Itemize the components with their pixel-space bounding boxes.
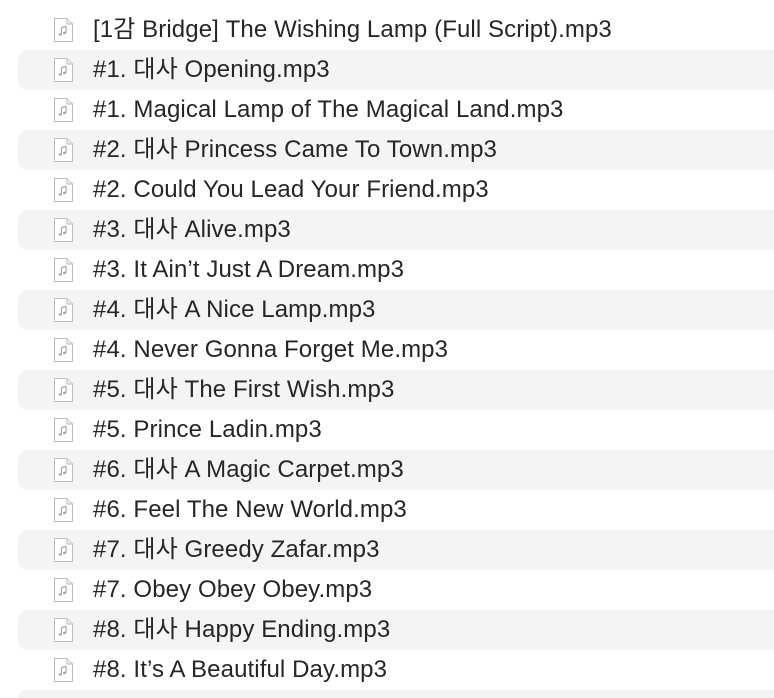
- file-name: [1감 Bridge] The Wishing Lamp (Full Scrip…: [93, 16, 612, 43]
- audio-file-icon: [50, 257, 76, 283]
- file-name: #2. 대사 Princess Came To Town.mp3: [93, 136, 497, 163]
- list-item[interactable]: #2. Could You Lead Your Friend.mp3: [18, 170, 774, 210]
- list-item[interactable]: #5. Prince Ladin.mp3: [18, 410, 774, 450]
- file-name: #6. 대사 A Magic Carpet.mp3: [93, 456, 404, 483]
- file-name: #4. 대사 A Nice Lamp.mp3: [93, 296, 376, 323]
- list-item[interactable]: #2. 대사 Princess Came To Town.mp3: [18, 130, 774, 170]
- list-item[interactable]: [1감 Bridge] The Wishing Lamp (Full Scrip…: [18, 10, 774, 50]
- file-name: #1. 대사 Opening.mp3: [93, 56, 330, 83]
- file-name: #7. 대사 Greedy Zafar.mp3: [93, 536, 380, 563]
- file-name: #3. It Ain’t Just A Dream.mp3: [93, 256, 405, 283]
- list-item[interactable]: #1. 대사 Opening.mp3: [18, 50, 774, 90]
- file-name: #6. Feel The New World.mp3: [93, 496, 407, 523]
- audio-file-icon: [50, 377, 76, 403]
- list-item[interactable]: #5. 대사 The First Wish.mp3: [18, 370, 774, 410]
- list-item[interactable]: #8. It’s A Beautiful Day.mp3: [18, 650, 774, 690]
- list-item[interactable]: #3. It Ain’t Just A Dream.mp3: [18, 250, 774, 290]
- audio-file-icon: [50, 177, 76, 203]
- file-name: #4. Never Gonna Forget Me.mp3: [93, 336, 449, 363]
- audio-file-icon: [50, 297, 76, 323]
- file-name: #5. 대사 The First Wish.mp3: [93, 376, 395, 403]
- list-item[interactable]: #4. 대사 A Nice Lamp.mp3: [18, 290, 774, 330]
- file-name: #3. 대사 Alive.mp3: [93, 216, 291, 243]
- audio-file-icon: [50, 457, 76, 483]
- audio-file-icon: [50, 537, 76, 563]
- audio-file-icon: [50, 657, 76, 683]
- audio-file-icon: [50, 217, 76, 243]
- file-name: #7. Obey Obey Obey.mp3: [93, 576, 373, 603]
- file-name: #2. Could You Lead Your Friend.mp3: [93, 176, 489, 203]
- file-name: #8. It’s A Beautiful Day.mp3: [93, 656, 388, 683]
- file-name: #5. Prince Ladin.mp3: [93, 416, 322, 443]
- list-item[interactable]: #3. 대사 Alive.mp3: [18, 210, 774, 250]
- audio-file-icon: [50, 337, 76, 363]
- list-item[interactable]: #4. Never Gonna Forget Me.mp3: [18, 330, 774, 370]
- file-name: #1. Magical Lamp of The Magical Land.mp3: [93, 96, 564, 123]
- list-item[interactable]: #8. 대사 Happy Ending.mp3: [18, 610, 774, 650]
- list-item[interactable]: #7. 대사 Greedy Zafar.mp3: [18, 530, 774, 570]
- list-item[interactable]: #6. Feel The New World.mp3: [18, 490, 774, 530]
- list-item[interactable]: #6. 대사 A Magic Carpet.mp3: [18, 450, 774, 490]
- audio-file-icon: [50, 577, 76, 603]
- list-item[interactable]: #7. Obey Obey Obey.mp3: [18, 570, 774, 610]
- audio-file-icon: [50, 17, 76, 43]
- list-item[interactable]: #1. Magical Lamp of The Magical Land.mp3: [18, 90, 774, 130]
- file-name: #8. 대사 Happy Ending.mp3: [93, 616, 391, 643]
- audio-file-icon: [50, 617, 76, 643]
- audio-file-icon: [50, 417, 76, 443]
- audio-file-icon: [50, 497, 76, 523]
- list-item-partial: [18, 690, 774, 698]
- audio-file-icon: [50, 57, 76, 83]
- file-list: [1감 Bridge] The Wishing Lamp (Full Scrip…: [0, 10, 774, 690]
- audio-file-icon: [50, 97, 76, 123]
- audio-file-icon: [50, 137, 76, 163]
